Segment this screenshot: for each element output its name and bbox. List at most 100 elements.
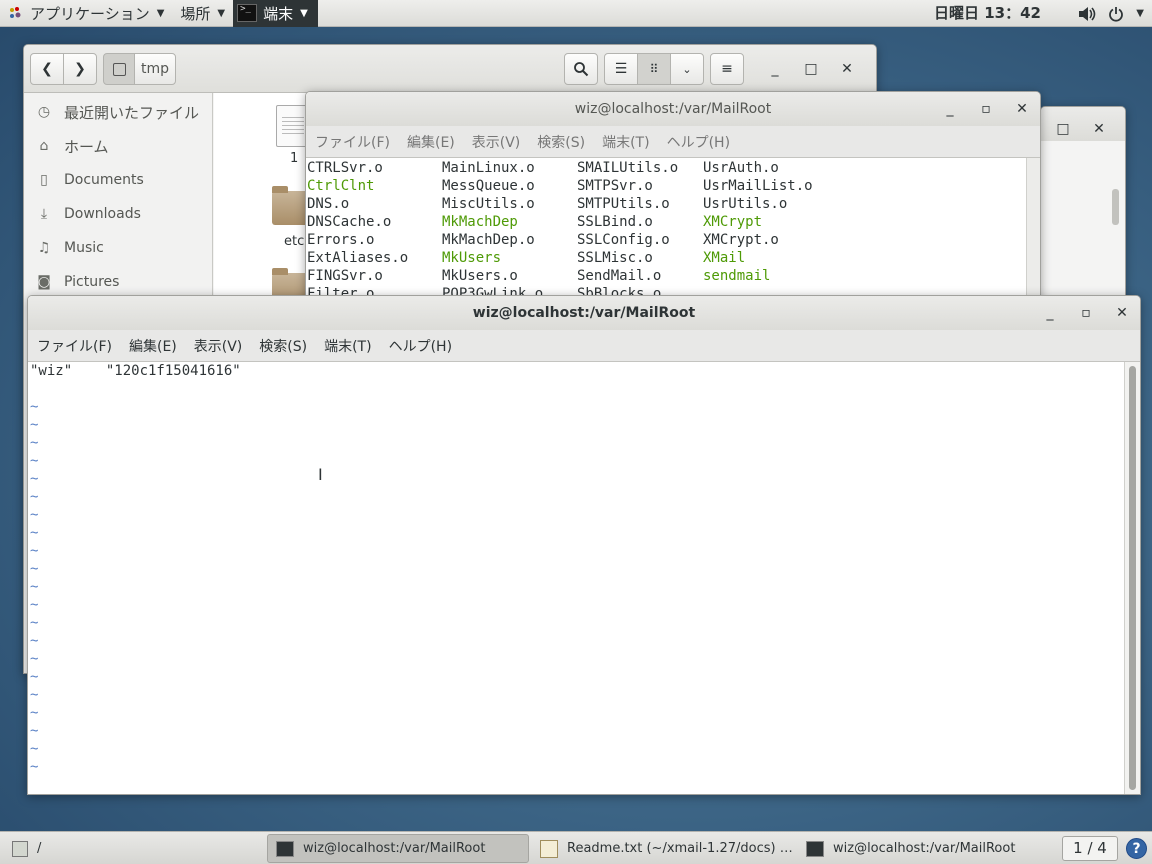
menu-search[interactable]: 検索(S)	[259, 336, 307, 356]
gnome-foot-icon	[10, 7, 21, 18]
search-icon	[574, 62, 589, 77]
close-icon[interactable]: ✕	[1004, 101, 1040, 117]
ls-entry: MkUsers	[442, 250, 502, 266]
minimize-icon[interactable]: _	[932, 101, 968, 117]
places-label: 場所	[180, 4, 211, 23]
empty-line-tilde: ~	[30, 525, 39, 541]
background-window: □ ✕	[1040, 106, 1126, 306]
empty-line-tilde: ~	[30, 453, 39, 469]
grid-view-button[interactable]: ⠿	[637, 53, 671, 85]
menu-view[interactable]: 表示(V)	[472, 132, 521, 152]
sidebar-item-downloads[interactable]: ⤓ Downloads	[24, 197, 212, 231]
maximize-icon[interactable]: □	[1045, 121, 1081, 137]
path-root-button[interactable]	[103, 53, 135, 85]
empty-line-tilde: ~	[30, 417, 39, 433]
ls-entry: CtrlClnt	[307, 178, 375, 194]
volume-icon	[1079, 6, 1096, 21]
drive-icon	[112, 62, 126, 76]
close-icon[interactable]: ✕	[829, 61, 865, 77]
ls-entry: XMail	[703, 250, 746, 266]
ls-entry: CTRLSvr.o	[307, 160, 383, 176]
chevron-right-icon: ❯	[74, 61, 86, 77]
menu-terminal[interactable]: 端末(T)	[602, 132, 649, 152]
grid-icon: ⠿	[649, 62, 659, 76]
menu-file[interactable]: ファイル(F)	[315, 132, 390, 152]
chevron-down-icon: ▼	[156, 7, 165, 19]
ls-entry: MkMachDep	[442, 214, 518, 230]
terminal-editor[interactable]: "wiz" "120c1f15041616" ~ ~ ~ ~ ~ ~ ~ ~ ~ ~ ~ ~ ~ ~ ~ ~ ~…	[28, 362, 1126, 794]
sidebar-item-documents[interactable]: ▯ Documents	[24, 163, 212, 197]
status-area[interactable]: ▼	[1078, 0, 1144, 27]
sidebar-item-label: Pictures	[64, 274, 120, 290]
ls-entry: SMTPSvr.o	[577, 178, 653, 194]
sidebar-item-label: 最近開いたファイル	[64, 103, 200, 122]
camera-icon: ◙	[37, 274, 51, 290]
scrollbar-thumb[interactable]	[1129, 366, 1136, 790]
scrollbar-thumb[interactable]	[1112, 189, 1119, 225]
ls-entry: SendMail.o	[577, 268, 662, 284]
task-readme[interactable]: Readme.txt (~/xmail-1.27/docs) …	[532, 834, 794, 863]
empty-line-tilde: ~	[30, 399, 39, 415]
view-options-button[interactable]: ⌄	[670, 53, 704, 85]
terminal-app-menu[interactable]: >_ 端末 ▼	[233, 0, 318, 27]
list-view-button[interactable]: ☰	[604, 53, 638, 85]
back-button[interactable]: ❮	[30, 53, 64, 85]
close-icon[interactable]: ✕	[1104, 305, 1140, 321]
sidebar-item-home[interactable]: ⌂ ホーム	[24, 129, 212, 163]
workspace-switcher[interactable]: 1 / 4	[1062, 836, 1118, 861]
desktop-icon	[12, 840, 28, 857]
search-button[interactable]	[564, 53, 598, 85]
ls-entry: UsrMailList.o	[703, 178, 813, 194]
menu-file[interactable]: ファイル(F)	[37, 336, 112, 356]
ls-entry: DNS.o	[307, 196, 350, 212]
empty-line-tilde: ~	[30, 543, 39, 559]
window-title: wiz@localhost:/var/MailRoot	[28, 296, 1140, 330]
menu-help[interactable]: ヘルプ(H)	[667, 132, 730, 152]
applications-menu[interactable]: アプリケーション ▼	[0, 0, 172, 27]
ls-entry: UsrAuth.o	[703, 160, 779, 176]
menu-help[interactable]: ヘルプ(H)	[389, 336, 452, 356]
close-icon[interactable]: ✕	[1081, 121, 1117, 137]
editor-line: "wiz" "120c1f15041616"	[30, 363, 241, 379]
menu-button[interactable]: ≡	[710, 53, 744, 85]
help-icon[interactable]: ?	[1126, 838, 1147, 859]
empty-line-tilde: ~	[30, 435, 39, 451]
clock[interactable]: 日曜日 13：42	[934, 0, 1041, 27]
minimize-icon[interactable]: _	[1032, 305, 1068, 321]
places-menu[interactable]: 場所 ▼	[172, 0, 233, 27]
task-terminal-1[interactable]: wiz@localhost:/var/MailRoot	[267, 834, 529, 863]
empty-line-tilde: ~	[30, 633, 39, 649]
show-desktop-button[interactable]: /	[4, 834, 262, 863]
location-label: /	[37, 841, 42, 856]
maximize-icon[interactable]: ▫	[968, 101, 1004, 117]
chevron-left-icon: ❮	[41, 61, 53, 77]
menu-edit[interactable]: 編集(E)	[129, 336, 177, 356]
maximize-icon[interactable]: □	[793, 61, 829, 77]
sidebar-item-music[interactable]: ♫ Music	[24, 231, 212, 265]
file-manager-headerbar: ❮ ❯ tmp ☰ ⠿ ⌄ ≡ _ □ ✕	[24, 45, 876, 93]
path-tmp-button[interactable]: tmp	[134, 53, 176, 85]
maximize-icon[interactable]: ▫	[1068, 305, 1104, 321]
ls-entry: DNSCache.o	[307, 214, 392, 230]
text-cursor-icon: I	[318, 465, 323, 484]
sidebar-item-pictures[interactable]: ◙ Pictures	[24, 265, 212, 299]
menu-terminal[interactable]: 端末(T)	[324, 336, 371, 356]
minimize-icon[interactable]: _	[757, 61, 793, 77]
hamburger-icon: ≡	[721, 61, 733, 77]
terminal-icon	[276, 840, 294, 857]
sidebar-item-label: Downloads	[64, 206, 141, 222]
menu-view[interactable]: 表示(V)	[194, 336, 243, 356]
empty-line-tilde: ~	[30, 597, 39, 613]
menu-edit[interactable]: 編集(E)	[407, 132, 455, 152]
sidebar-item-recent[interactable]: ◷ 最近開いたファイル	[24, 95, 212, 129]
terminal-window-back: wiz@localhost:/var/MailRoot _ ▫ ✕ ファイル(F…	[305, 91, 1041, 311]
terminal-output[interactable]: CTRLSvr.o CtrlClnt DNS.o DNSCache.o Errors.o…	[306, 158, 1026, 310]
ls-entry: MainLinux.o	[442, 160, 535, 176]
scrollbar[interactable]	[1124, 362, 1140, 794]
ls-entry: SSLMisc.o	[577, 250, 653, 266]
task-terminal-2[interactable]: wiz@localhost:/var/MailRoot	[798, 834, 1056, 863]
menu-search[interactable]: 検索(S)	[537, 132, 585, 152]
scrollbar[interactable]	[1026, 158, 1040, 310]
forward-button[interactable]: ❯	[63, 53, 97, 85]
ls-entry: FINGSvr.o	[307, 268, 383, 284]
